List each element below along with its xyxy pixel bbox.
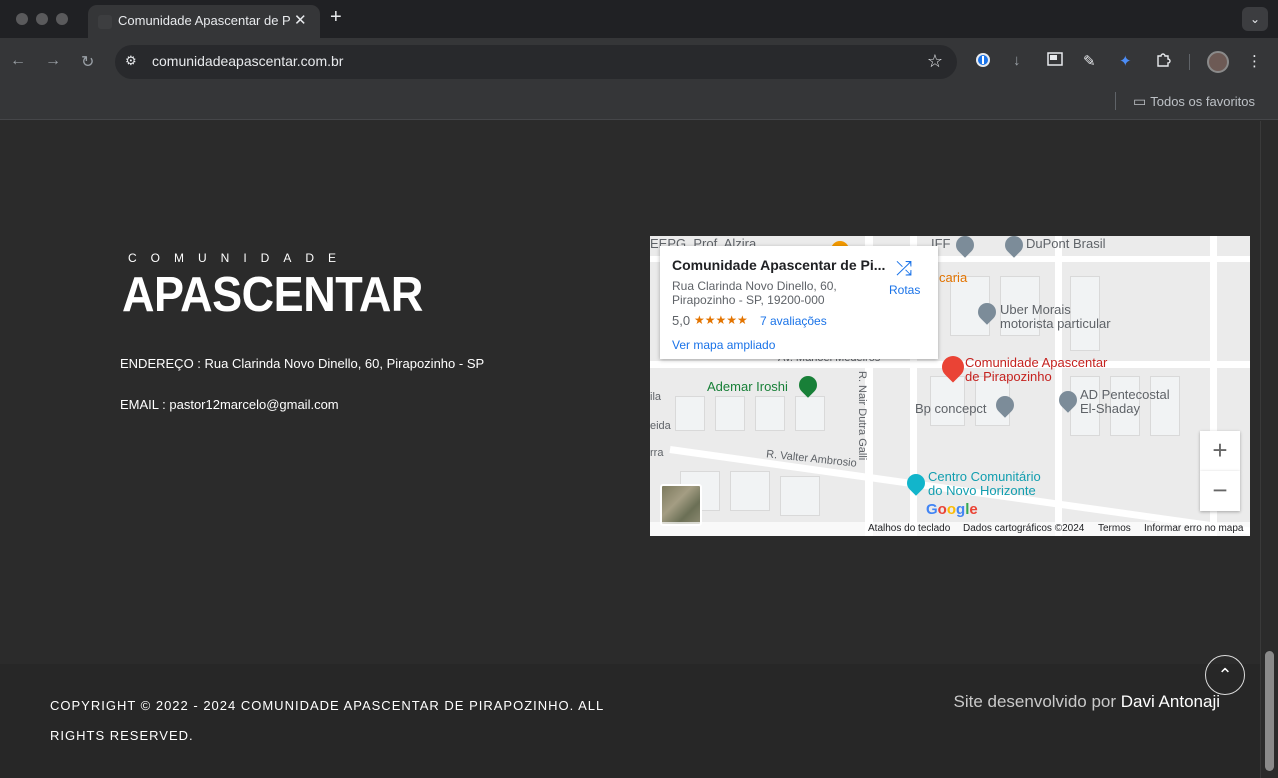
map-block [730,471,770,511]
map-pin-icon[interactable] [952,236,978,258]
close-window-button[interactable] [16,13,28,25]
address-bar[interactable]: ⚙ comunidadeapascentar.com.br ☆ [115,45,957,79]
back-to-top-button[interactable]: ⌃ [1205,655,1245,695]
map-label: eida [650,420,671,432]
map-label: AD Pentecostal [1080,387,1170,402]
puzzle-icon[interactable] [1155,52,1171,72]
picture-in-picture-icon[interactable] [1047,52,1063,70]
map-block [1150,376,1180,436]
star-icon[interactable]: ☆ [927,51,943,72]
toolbar: ← → ↻ ⚙ comunidadeapascentar.com.br ☆ ↓ … [0,38,1278,86]
toolbar-divider [1189,54,1190,70]
logo-title: APASCENTAR [122,266,423,323]
terms-link[interactable]: Termos [1098,523,1131,534]
park-pin-icon[interactable] [795,372,821,398]
map-label: Bp concepct [915,401,987,416]
bookmarks-label: Todos os favoritos [1150,94,1256,109]
map-label: DuPont Brasil [1026,236,1106,251]
forward-icon[interactable]: → [45,52,61,70]
tab-bar: Comunidade Apascentar de P ✕ + ⌄ [0,0,1278,38]
bookmarks-divider [1115,92,1116,110]
profile-avatar[interactable] [1207,51,1229,73]
map-attribution: Atalhos do teclado Dados cartográficos ©… [650,522,1250,536]
rating-stars-icon: ★★★★★ [694,313,748,327]
report-error-link[interactable]: Informar erro no mapa [1144,523,1244,534]
place-title: Comunidade Apascentar de Pi... [672,257,886,273]
map-pin-icon[interactable] [903,470,929,496]
place-rating: 5,0 [672,313,691,328]
password-icon[interactable] [975,52,991,72]
bookmarks-bar: ▭ Todos os favoritos [0,86,1278,120]
map-data-text: Dados cartográficos ©2024 [963,523,1085,534]
map-label: ila [650,391,662,403]
site-footer: COPYRIGHT © 2022 - 2024 COMUNIDADE APASC… [0,664,1260,778]
map-label: rra [650,447,664,459]
maximize-window-button[interactable] [56,13,68,25]
reviews-link[interactable]: 7 avaliações [760,314,827,328]
page-content: COMUNIDADE APASCENTAR ENDEREÇO : Rua Cla… [0,121,1260,778]
all-bookmarks-button[interactable]: ▭ Todos os favoritos [1133,93,1255,110]
map-road [1055,236,1062,536]
chevron-down-icon[interactable]: ⌄ [1242,7,1268,31]
map-block [715,396,745,431]
directions-link[interactable]: Rotas [889,283,920,297]
map-label: R. Nair Dutra Galli [856,371,868,461]
map-embed[interactable]: EEPG. Prof. Alzira IFF DuPont Brasil car… [650,236,1250,536]
map-label: caria [939,270,968,285]
map-label: Centro Comunitário [928,469,1041,484]
back-icon[interactable]: ← [10,52,26,70]
favicon-icon [98,15,112,29]
url-text: comunidadeapascentar.com.br [152,53,344,69]
map-block [1070,276,1100,351]
browser-window: Comunidade Apascentar de P ✕ + ⌄ ← → ↻ ⚙… [0,0,1278,778]
zoom-in-button[interactable]: + [1200,431,1240,471]
map-label: do Novo Horizonte [928,483,1036,498]
larger-map-link[interactable]: Ver mapa ampliado [672,338,775,352]
zoom-out-button[interactable]: − [1200,471,1240,511]
logo-subtitle: COMUNIDADE [128,251,351,265]
map-label: de Pirapozinho [965,369,1052,384]
active-tab[interactable]: Comunidade Apascentar de P ✕ [88,5,320,38]
map-block [755,396,785,431]
developer-credit: Site desenvolvido por Davi Antonaji [953,692,1220,712]
email-text: EMAIL : pastor12marcelo@gmail.com [120,397,339,412]
map-label: Uber Morais [1000,302,1071,317]
scrollbar-thumb[interactable] [1265,651,1274,771]
map-block [675,396,705,431]
map-block [795,396,825,431]
close-icon[interactable]: ✕ [294,11,307,29]
scrollbar[interactable] [1260,121,1278,778]
google-logo: Google [926,501,978,518]
map-block [780,476,820,516]
credit-prefix: Site desenvolvido por [953,692,1117,711]
plus-icon[interactable]: + [330,6,342,29]
directions-icon[interactable]: ⤮ [893,258,915,280]
map-label: motorista particular [1000,316,1111,331]
satellite-toggle[interactable] [660,484,702,526]
map-label: Comunidade Apascentar [965,355,1108,370]
place-address: Rua Clarinda Novo Dinello, 60, Pirapozin… [672,279,837,307]
minimize-window-button[interactable] [36,13,48,25]
developer-name[interactable]: Davi Antonaji [1121,692,1220,711]
copyright-text: COPYRIGHT © 2022 - 2024 COMUNIDADE APASC… [50,698,604,743]
site-settings-icon[interactable]: ⚙ [125,53,143,71]
keyboard-shortcuts-link[interactable]: Atalhos do teclado [868,523,950,534]
more-icon[interactable]: ⋮ [1247,52,1262,70]
place-info-card: Comunidade Apascentar de Pi... Rua Clari… [660,246,938,359]
tab-title: Comunidade Apascentar de P [118,13,290,28]
map-label: Ademar Iroshi [707,379,788,394]
eyedropper-icon[interactable]: ✎ [1083,52,1096,70]
map-pin-icon[interactable] [1001,236,1027,258]
map-label: El-Shaday [1080,401,1140,416]
folder-icon: ▭ [1133,93,1147,109]
download-icon[interactable]: ↓ [1013,52,1021,69]
reload-icon[interactable]: ↻ [81,52,94,72]
extension-icon[interactable]: ✦ [1119,52,1132,70]
address-text: ENDEREÇO : Rua Clarinda Novo Dinello, 60… [120,356,485,371]
